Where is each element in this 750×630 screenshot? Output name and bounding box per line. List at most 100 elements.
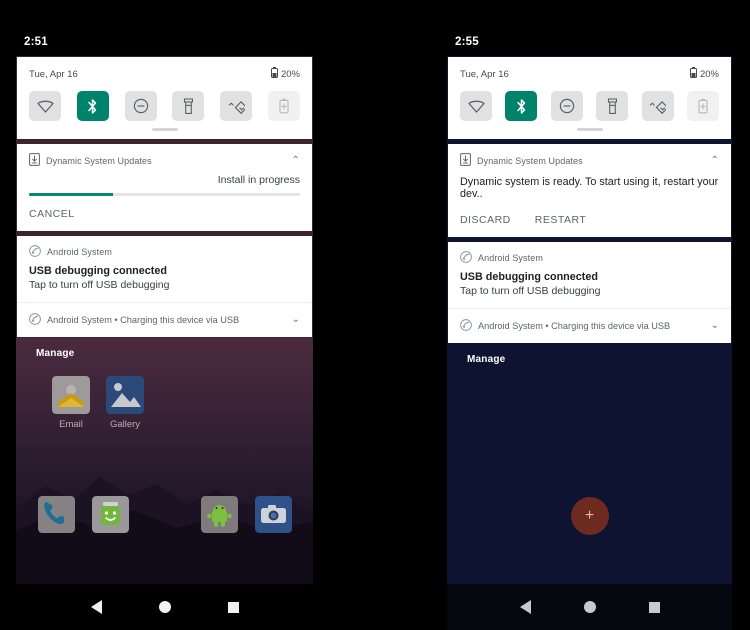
right-qs-date: Tue, Apr 16 (460, 68, 509, 80)
left-manage-button[interactable]: Manage (16, 338, 313, 359)
camera-icon[interactable] (255, 496, 292, 533)
right-usb-app-name: Android System (478, 253, 543, 263)
left-usb-body: USB debugging connected Tap to turn off … (17, 263, 312, 302)
right-status-time: 2:55 (455, 36, 479, 48)
left-dsu-header: Dynamic System Updates ⌃ (17, 144, 312, 172)
left-home-wallpaper: Manage Email Gallery (16, 338, 313, 584)
android-system-icon (460, 319, 472, 333)
screenshot-stage: 2:51 Tue, Apr 16 20% Dynamic System Upda… (0, 0, 750, 630)
recents-button[interactable] (648, 601, 660, 613)
left-quick-settings-panel[interactable]: Tue, Apr 16 20% (16, 56, 313, 140)
left-usb-title: USB debugging connected (29, 265, 167, 277)
battery-icon (270, 67, 278, 81)
flashlight-tile[interactable] (172, 91, 205, 121)
right-usb-header: Android System (448, 242, 731, 269)
left-usb-subtitle: Tap to turn off USB debugging (29, 279, 170, 291)
add-fab-button[interactable]: + (570, 497, 609, 535)
auto-rotate-tile[interactable] (641, 91, 674, 121)
wifi-tile[interactable] (460, 91, 492, 121)
bluetooth-icon (515, 98, 528, 115)
left-qs-header: Tue, Apr 16 20% (17, 57, 312, 83)
flashlight-icon (183, 97, 194, 115)
flashlight-icon (607, 97, 618, 115)
right-home-area: Manage + (447, 344, 732, 584)
left-qs-battery: 20% (270, 67, 300, 81)
back-button[interactable] (519, 600, 531, 614)
left-dsu-app-name: Dynamic System Updates (46, 155, 152, 166)
left-usb-header: Android System (17, 236, 312, 263)
left-notification-group[interactable]: Android System USB debugging connected T… (16, 235, 313, 338)
battery-icon (689, 67, 697, 81)
right-manage-button[interactable]: Manage (447, 344, 732, 365)
email-icon (52, 376, 90, 414)
gallery-icon (106, 376, 144, 414)
cancel-button[interactable]: CANCEL (29, 208, 75, 220)
right-dsu-actions: DISCARD RESTART (448, 202, 731, 237)
right-dsu-message: Dynamic system is ready. To start using … (460, 176, 719, 200)
android-icon[interactable] (201, 496, 238, 533)
auto-rotate-tile[interactable] (220, 91, 253, 121)
chevron-up-icon[interactable]: ⌃ (711, 155, 719, 166)
messaging-icon[interactable] (92, 496, 129, 533)
auto-rotate-icon (228, 98, 245, 115)
left-usb-app-name: Android System (47, 247, 112, 257)
app-email[interactable]: Email (52, 376, 90, 430)
right-qs-tiles (448, 83, 731, 127)
bluetooth-tile[interactable] (76, 91, 109, 121)
right-usb-body: USB debugging connected Tap to turn off … (448, 269, 731, 308)
left-status-time: 2:51 (24, 36, 48, 48)
qs-drag-handle[interactable] (448, 127, 731, 139)
right-usb-subtitle: Tap to turn off USB debugging (460, 285, 601, 297)
right-quick-settings-panel[interactable]: Tue, Apr 16 20% (447, 56, 732, 140)
bluetooth-tile[interactable] (505, 91, 538, 121)
left-notification-dynamic-system-updates[interactable]: Dynamic System Updates ⌃ Install in prog… (16, 143, 313, 232)
system-update-icon (29, 153, 40, 168)
right-status-bar: 2:55 (447, 0, 732, 56)
flashlight-tile[interactable] (596, 91, 629, 121)
left-dsu-actions: CANCEL (17, 196, 312, 231)
do-not-disturb-icon (133, 98, 149, 114)
right-qs-header: Tue, Apr 16 20% (448, 57, 731, 83)
chevron-down-icon[interactable]: ⌄ (711, 321, 719, 331)
app-email-label: Email (59, 419, 83, 430)
restart-button[interactable]: RESTART (535, 214, 587, 226)
qs-drag-handle[interactable] (17, 127, 312, 139)
right-notification-group[interactable]: Android System USB debugging connected T… (447, 241, 732, 344)
battery-saver-icon (279, 98, 289, 114)
battery-saver-tile[interactable] (267, 91, 300, 121)
right-dsu-app-name: Dynamic System Updates (477, 155, 583, 166)
back-button[interactable] (90, 600, 102, 614)
right-notification-charging[interactable]: Android System • Charging this device vi… (448, 309, 731, 343)
left-charging-text: Android System • Charging this device vi… (47, 315, 240, 325)
left-app-row: Email Gallery (52, 376, 144, 430)
home-button[interactable] (583, 601, 596, 613)
wifi-icon (467, 100, 485, 113)
android-system-icon (460, 251, 472, 265)
chevron-up-icon[interactable]: ⌃ (292, 155, 300, 166)
left-navigation-bar (16, 584, 313, 630)
battery-saver-icon (698, 98, 708, 114)
chevron-down-icon[interactable]: ⌄ (292, 315, 300, 325)
right-notification-dynamic-system-updates[interactable]: Dynamic System Updates ⌃ Dynamic system … (447, 143, 732, 238)
wifi-tile[interactable] (29, 91, 61, 121)
left-notification-charging[interactable]: Android System • Charging this device vi… (17, 303, 312, 337)
system-update-icon (460, 153, 471, 168)
phone-icon[interactable] (38, 496, 75, 533)
left-battery-percent: 20% (280, 68, 300, 80)
home-button[interactable] (158, 601, 171, 613)
android-system-icon (29, 313, 41, 327)
do-not-disturb-tile[interactable] (124, 91, 157, 121)
left-qs-date: Tue, Apr 16 (29, 68, 78, 80)
left-dock (16, 496, 313, 536)
discard-button[interactable]: DISCARD (460, 214, 511, 226)
right-battery-percent: 20% (699, 68, 719, 80)
right-navigation-bar (447, 584, 732, 630)
left-status-bar: 2:51 (16, 0, 313, 56)
app-gallery[interactable]: Gallery (106, 376, 144, 430)
right-usb-title: USB debugging connected (460, 271, 598, 283)
android-system-icon (29, 245, 41, 259)
battery-saver-tile[interactable] (686, 91, 719, 121)
recents-button[interactable] (227, 601, 239, 613)
left-phone-screen: 2:51 Tue, Apr 16 20% Dynamic System Upda… (16, 0, 313, 630)
do-not-disturb-tile[interactable] (550, 91, 583, 121)
